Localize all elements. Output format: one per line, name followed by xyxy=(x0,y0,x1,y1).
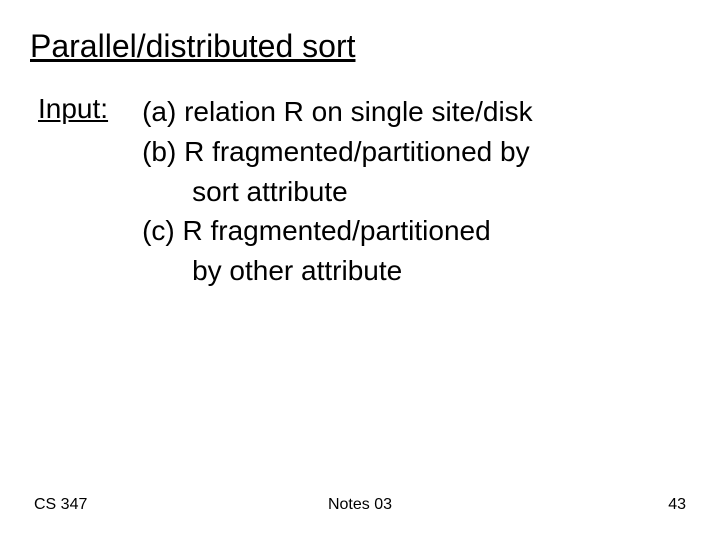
item-b-line2: sort attribute xyxy=(142,173,533,211)
footer-right: 43 xyxy=(469,496,686,514)
item-c-line1: (c) R fragmented/partitioned xyxy=(142,212,533,250)
footer: CS 347 Notes 03 43 xyxy=(0,496,720,514)
item-c-line2: by other attribute xyxy=(142,252,533,290)
slide-title: Parallel/distributed sort xyxy=(30,28,690,65)
footer-center: Notes 03 xyxy=(251,496,468,514)
item-b-line1: (b) R fragmented/partitioned by xyxy=(142,133,533,171)
input-label: Input: xyxy=(38,93,108,292)
input-items: (a) relation R on single site/disk (b) R… xyxy=(142,93,533,292)
content-row: Input: (a) relation R on single site/dis… xyxy=(38,93,690,292)
slide: Parallel/distributed sort Input: (a) rel… xyxy=(0,0,720,540)
item-a: (a) relation R on single site/disk xyxy=(142,93,533,131)
footer-left: CS 347 xyxy=(34,496,251,514)
